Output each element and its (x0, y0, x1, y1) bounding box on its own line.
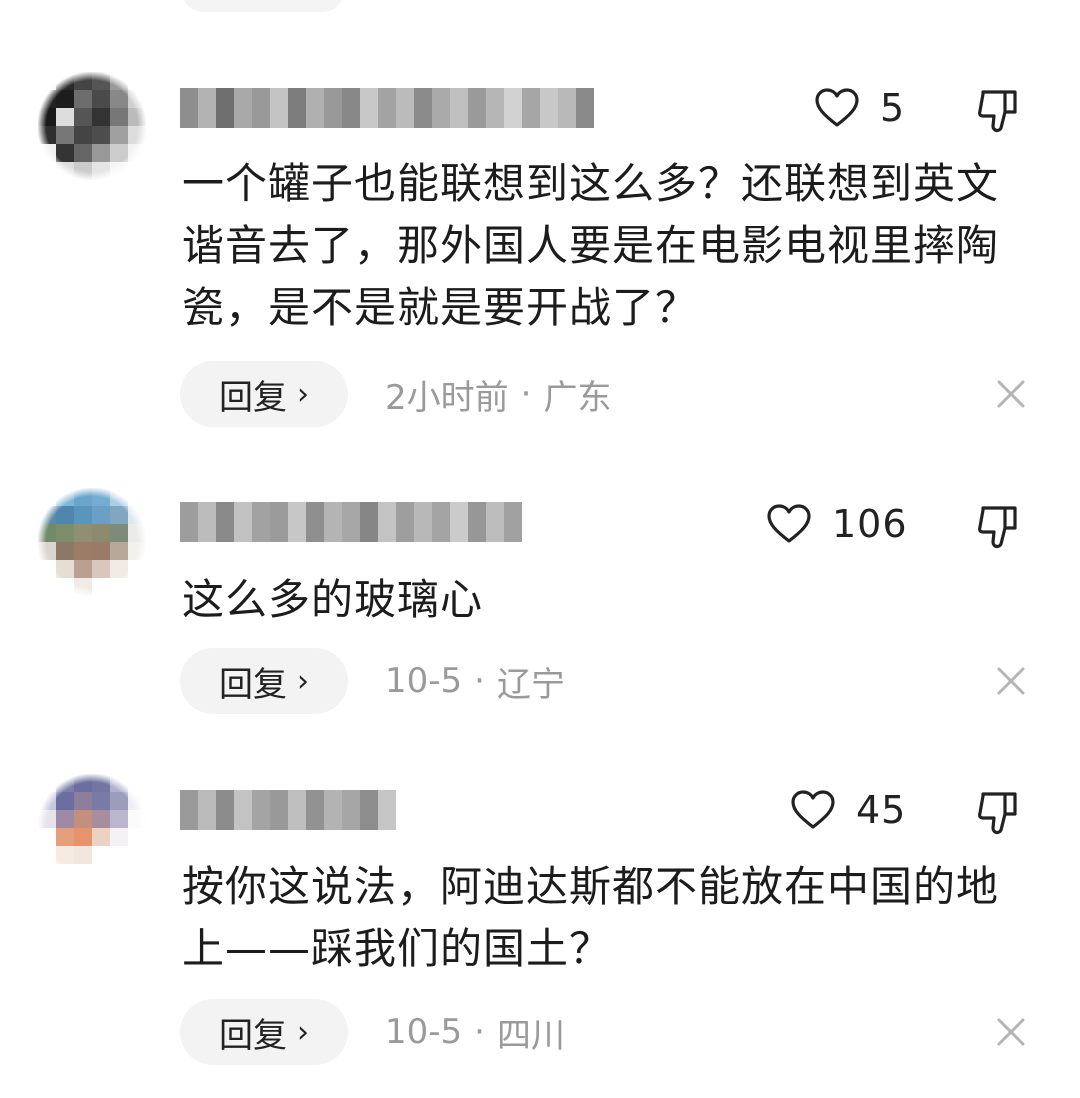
chevron-right-icon: › (297, 376, 309, 412)
comment-text: 一个罐子也能联想到这么多？还联想到英文谐音去了，那外国人要是在电影电视里摔陶瓷，… (182, 159, 1000, 332)
dislike-button[interactable] (975, 84, 1027, 136)
comment-text: 按你这说法，阿迪达斯都不能放在中国的地上——踩我们的国土？ (182, 862, 1000, 973)
meta-separator: · (474, 661, 485, 701)
chevron-right-icon: › (297, 1014, 309, 1050)
username-blurred[interactable] (180, 502, 522, 542)
reply-button[interactable]: 回复 › (180, 361, 348, 427)
comment-time: 2小时前 (385, 377, 509, 418)
avatar[interactable] (38, 72, 146, 180)
close-icon (997, 380, 1025, 408)
like-count: 5 (880, 86, 906, 130)
reply-button[interactable]: 回复 › (180, 999, 348, 1065)
comment-location: 四川 (496, 1015, 565, 1056)
close-icon (997, 667, 1025, 695)
comment-location: 广东 (543, 377, 612, 418)
thumbs-down-icon (978, 90, 1017, 133)
comment-meta: 2小时前 · 广东 (385, 361, 611, 427)
previous-reply-button[interactable] (182, 0, 344, 12)
watermark: 不肥不瘦的五花肉 (891, 1058, 1068, 1084)
dislike-button[interactable] (975, 786, 1027, 838)
heart-icon (815, 88, 859, 127)
close-button[interactable] (993, 376, 1029, 412)
like-count: 45 (856, 788, 907, 832)
comment-meta: 10-5 · 四川 (385, 999, 565, 1065)
comment-location: 辽宁 (496, 664, 565, 705)
username-blurred[interactable] (180, 88, 596, 128)
heart-icon (767, 504, 811, 543)
reply-button[interactable]: 回复 › (180, 648, 348, 714)
comment-text: 这么多的玻璃心 (182, 575, 484, 624)
reply-label: 回复 (219, 1015, 287, 1056)
reply-label: 回复 (219, 377, 287, 418)
meta-separator: · (474, 1012, 485, 1052)
comment-time: 10-5 (385, 661, 463, 701)
heart-icon (791, 790, 835, 829)
avatar[interactable] (38, 774, 146, 882)
username-blurred[interactable] (180, 790, 396, 830)
like-button[interactable]: 45 (790, 788, 906, 832)
comment-time: 10-5 (385, 1012, 463, 1052)
close-icon (997, 1018, 1025, 1046)
comment-meta: 10-5 · 辽宁 (385, 648, 565, 714)
like-count: 106 (832, 502, 908, 546)
close-button[interactable] (993, 1014, 1029, 1050)
reply-label: 回复 (219, 664, 287, 705)
like-button[interactable]: 106 (766, 502, 908, 546)
thumbs-down-icon (978, 506, 1017, 549)
chevron-right-icon: › (297, 663, 309, 699)
meta-separator: · (520, 374, 532, 414)
avatar[interactable] (38, 488, 146, 596)
close-button[interactable] (993, 663, 1029, 699)
like-button[interactable]: 5 (814, 86, 905, 130)
dislike-button[interactable] (975, 500, 1027, 552)
thumbs-down-icon (978, 792, 1017, 835)
